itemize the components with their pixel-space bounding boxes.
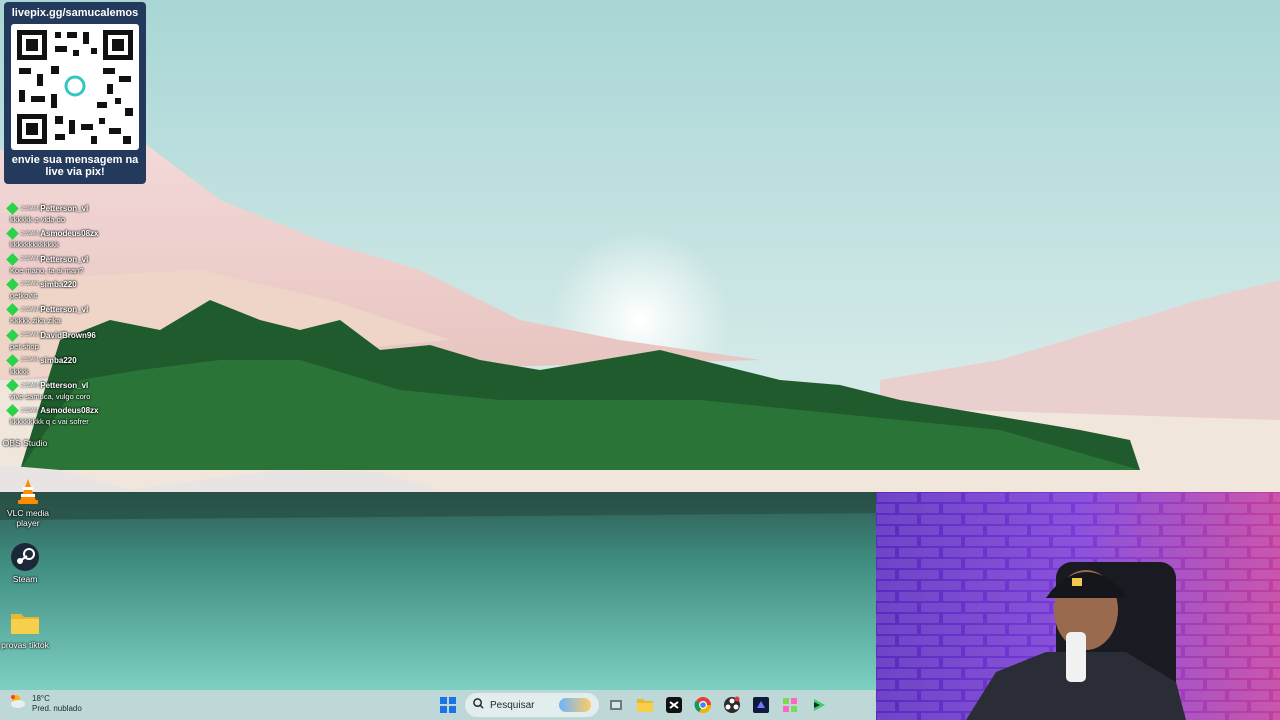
- chat-time: 2:59AM: [21, 205, 39, 212]
- chat-message-header: 2:59AM Petterson_vl: [6, 202, 89, 215]
- chat-text: vive samuca, vulgo coro: [10, 392, 91, 402]
- chat-username: simba220: [40, 355, 77, 365]
- search-label: Pesquisar: [490, 699, 535, 711]
- desktop-icon-provas-tiktok[interactable]: provas tiktok: [0, 608, 53, 650]
- taskbar-obs[interactable]: [720, 693, 744, 717]
- taskbar-chrome[interactable]: [691, 693, 715, 717]
- taskbar: 18°C Pred. nublado Pesquisar: [0, 690, 876, 720]
- chat-time: 2:59AM: [21, 281, 39, 288]
- search-icon: [473, 698, 484, 712]
- qr-code: [11, 24, 139, 150]
- chat-text: kkkkk: [10, 366, 29, 376]
- folder-icon: [10, 608, 40, 638]
- chat-badge-icon: [6, 278, 19, 291]
- qr-message-text: envie sua mensagem na live via pix!: [11, 154, 139, 178]
- chat-badge-icon: [6, 252, 19, 266]
- chat-badge-icon: [6, 353, 19, 367]
- chat-username: Petterson_vl: [40, 254, 89, 264]
- taskbar-search[interactable]: Pesquisar: [465, 693, 599, 717]
- chat-message-header: 2:59AM Petterson_vl: [6, 379, 89, 392]
- chat-badge-icon: [6, 328, 19, 342]
- chrome-icon: [694, 697, 712, 714]
- taskbar-file-explorer[interactable]: [633, 693, 657, 717]
- steam-icon: [10, 542, 40, 572]
- task-view-icon: [610, 700, 622, 710]
- chat-time: 2:59AM: [21, 306, 39, 313]
- chat-text: kkkkkkkkk q c vai sofrer: [10, 417, 89, 427]
- desktop-icon-vlc[interactable]: VLC media player: [0, 476, 56, 528]
- chat-message-header: 2:59AM Petterson_vl: [6, 252, 89, 266]
- chat-username: simba220: [40, 279, 77, 289]
- taskbar-app-dark[interactable]: [749, 693, 773, 717]
- chat-text: Kkkkk zika zika: [10, 316, 61, 326]
- chat-badge-icon: [6, 202, 19, 215]
- chat-username: Petterson_vl: [40, 381, 89, 391]
- windows-logo-icon: [440, 697, 456, 713]
- chat-badge-icon: [6, 379, 19, 392]
- chat-text: kkkkkk a vida do: [10, 215, 66, 224]
- chat-badge-icon: [6, 303, 19, 317]
- chat-username: Asmodeus08zx: [40, 406, 99, 416]
- desktop-icon-label: OBS Studio: [2, 438, 48, 448]
- desktop-icon-obs-studio[interactable]: OBS Studio: [0, 438, 50, 448]
- chat-message-header: 2:59AM Asmodeus08zx: [6, 404, 99, 418]
- search-highlight-icon: [559, 698, 591, 712]
- chat-time: 2:59AM: [21, 256, 39, 263]
- chat-time: 2:59AM: [21, 230, 39, 237]
- chat-username: DavidBrown96: [40, 330, 96, 340]
- chat-time: 2:59AM: [21, 382, 39, 389]
- green-play-icon: [814, 699, 825, 711]
- desktop-icon-steam[interactable]: Steam: [0, 542, 53, 584]
- chat-text: pet shop: [10, 341, 39, 351]
- desktop-icon-label: Steam: [12, 574, 38, 584]
- chat-message-header: 2:59AM simba220: [6, 278, 77, 291]
- chat-badge-icon: [6, 404, 19, 418]
- chat-text: Koe mano, ta ai man?: [10, 265, 84, 275]
- vlc-cone-icon: [13, 476, 43, 506]
- chat-username: Petterson_vl: [40, 204, 89, 213]
- file-explorer-icon: [637, 699, 653, 712]
- taskbar-capcut[interactable]: [662, 693, 686, 717]
- weather-description: Pred. nublado: [32, 703, 82, 713]
- chat-text: kkkkkkkkkkkkk: [10, 240, 59, 250]
- capcut-icon: [666, 697, 682, 713]
- chat-text: petkovic: [10, 290, 38, 300]
- chat-message-header: 2:59AM Petterson_vl: [6, 303, 89, 317]
- qr-url-text: livepix.gg/samucalemos: [11, 7, 139, 19]
- weather-icon: [8, 692, 26, 715]
- taskbar-app-colorful[interactable]: [778, 693, 802, 717]
- chat-username: Asmodeus08zx: [40, 229, 99, 239]
- chat-time: 2:59AM: [21, 357, 39, 364]
- chat-username: Petterson_vl: [40, 305, 89, 315]
- chat-message-header: 2:59AM simba220: [6, 353, 77, 367]
- taskbar-task-view[interactable]: [604, 693, 628, 717]
- start-button[interactable]: [436, 693, 460, 717]
- obs-icon: [724, 696, 740, 713]
- app-colorful-icon: [783, 698, 797, 712]
- app-dark-icon: [753, 697, 769, 713]
- weather-widget[interactable]: 18°C Pred. nublado: [8, 692, 82, 715]
- taskbar-center: Pesquisar: [436, 693, 831, 717]
- webcam-feed: [876, 492, 1280, 720]
- chat-message-header: 2:59AM DavidBrown96: [6, 328, 96, 342]
- chat-message-header: 2:59AM Asmodeus08zx: [6, 227, 99, 241]
- chat-badge-icon: [6, 227, 19, 241]
- desktop-icon-label: VLC media player: [6, 508, 50, 528]
- desktop-icon-label: provas tiktok: [1, 640, 49, 650]
- taskbar-app-green-arrow[interactable]: [807, 693, 831, 717]
- chat-time: 2:59AM: [21, 407, 39, 414]
- chat-time: 2:59AM: [21, 332, 39, 338]
- weather-temperature: 18°C: [32, 693, 50, 703]
- livepix-qr-overlay: livepix.gg/samucalemos envie sua mensage…: [4, 2, 146, 184]
